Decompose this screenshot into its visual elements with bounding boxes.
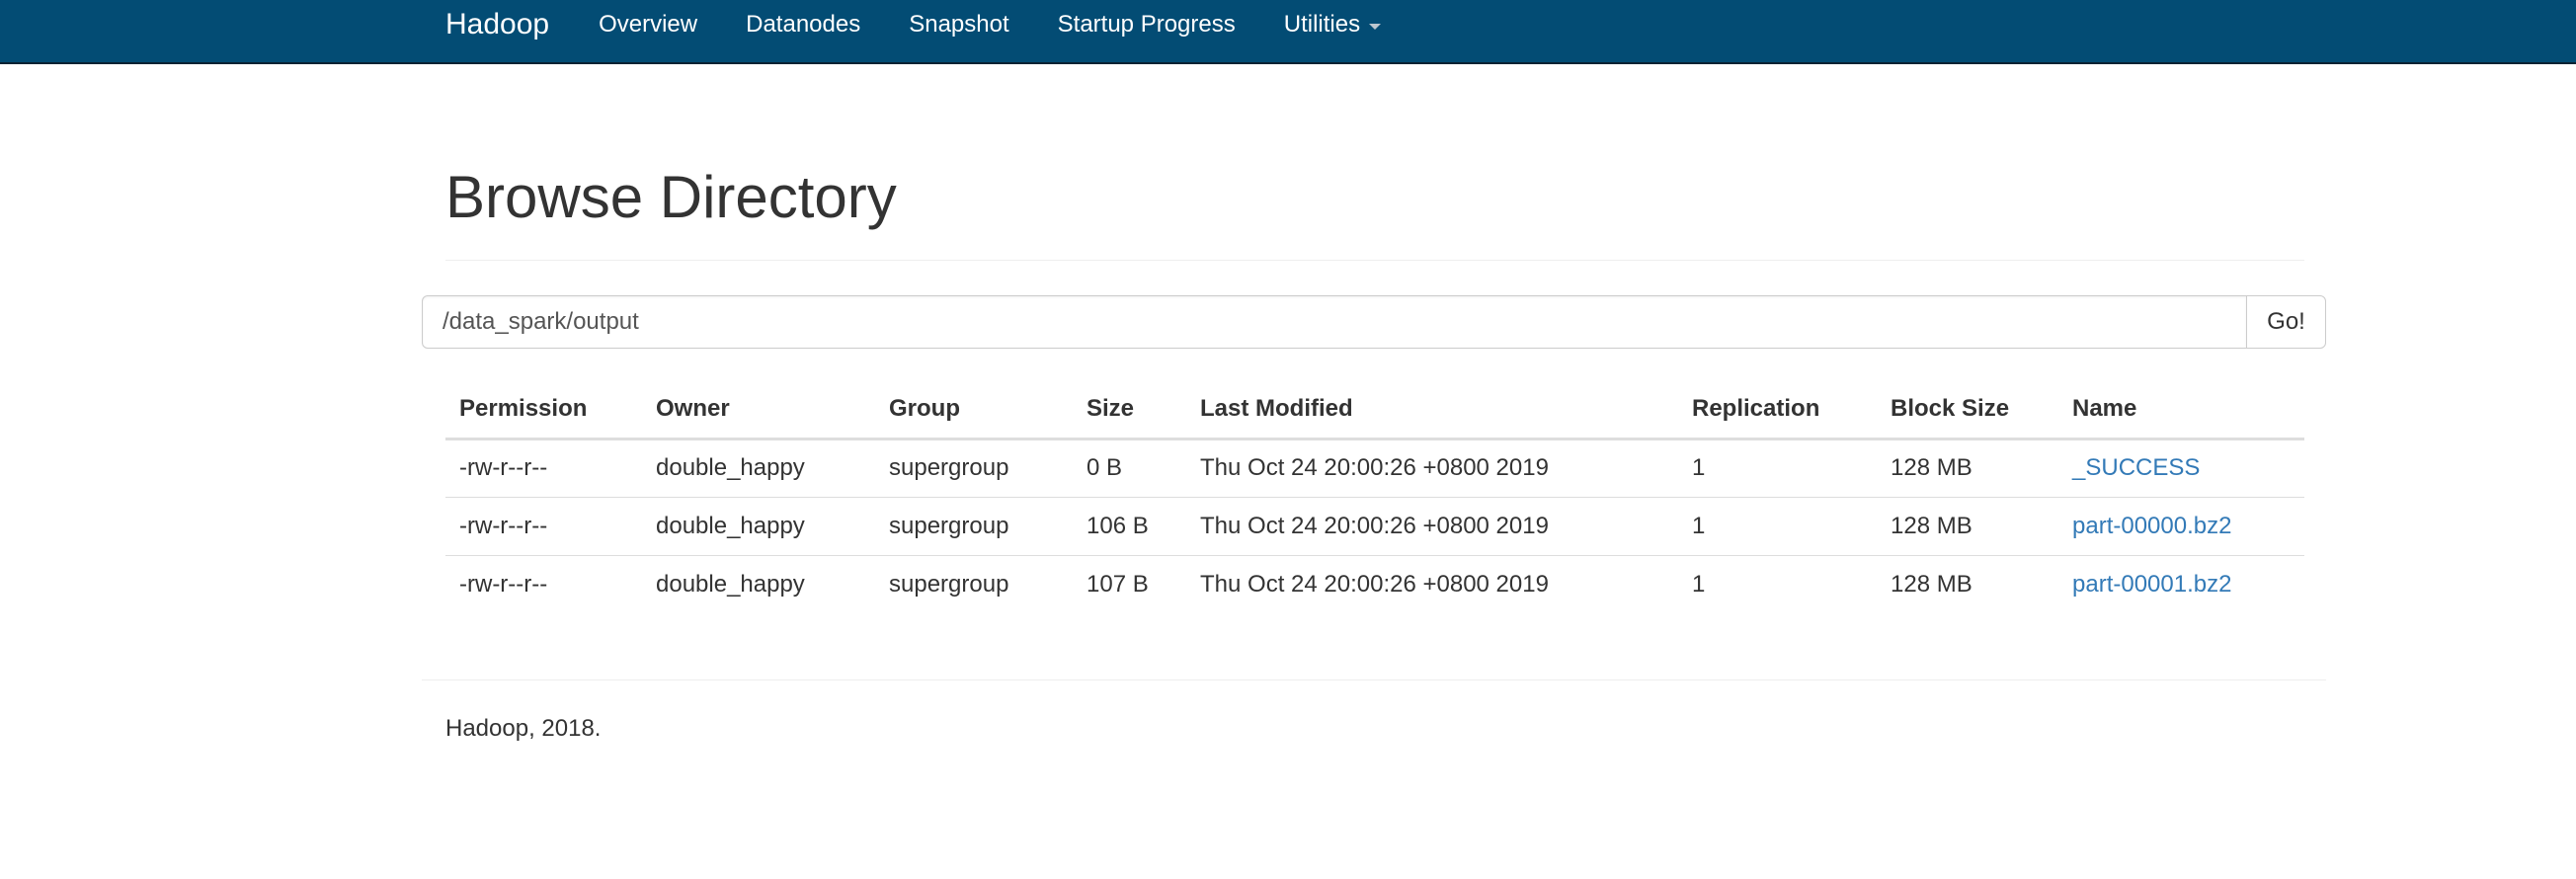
column-header-replication[interactable]: Replication	[1678, 380, 1877, 440]
nav-item-datanodes[interactable]: Datanodes	[746, 11, 860, 39]
cell-size: 106 B	[1073, 497, 1186, 556]
file-link[interactable]: part-00000.bz2	[2072, 513, 2231, 539]
directory-listing-table: Permission Owner Group Size Last Modifie…	[445, 380, 2304, 613]
cell-last-modified: Thu Oct 24 20:00:26 +0800 2019	[1200, 570, 1549, 598]
table-row: -rw-r--r-- double_happy supergroup 106 B…	[445, 497, 2304, 556]
column-header-block-size[interactable]: Block Size	[1877, 380, 2058, 440]
footer-copyright: Hadoop, 2018.	[445, 715, 602, 742]
footer-divider	[422, 679, 2326, 680]
table-header-row: Permission Owner Group Size Last Modifie…	[445, 380, 2304, 440]
nav-item-overview[interactable]: Overview	[599, 11, 697, 39]
column-header-owner[interactable]: Owner	[642, 380, 875, 440]
table-row: -rw-r--r-- double_happy supergroup 107 B…	[445, 555, 2304, 613]
top-navbar: Hadoop Overview Datanodes Snapshot Start…	[0, 0, 2576, 64]
directory-path-input[interactable]	[422, 295, 2247, 349]
column-header-size[interactable]: Size	[1073, 380, 1186, 440]
cell-permission: -rw-r--r--	[459, 570, 548, 598]
cell-block-size: 128 MB	[1877, 497, 2058, 556]
file-link[interactable]: part-00001.bz2	[2072, 571, 2231, 598]
cell-replication: 1	[1692, 570, 1706, 598]
nav-item-utilities[interactable]: Utilities	[1283, 11, 1382, 39]
cell-name: _SUCCESS	[2058, 439, 2304, 498]
cell-permission: -rw-r--r--	[445, 497, 642, 556]
cell-block-size: 128 MB	[1877, 439, 2058, 498]
column-header-name[interactable]: Name	[2058, 380, 2304, 440]
nav-item-utilities-label: Utilities	[1283, 11, 1361, 38]
brand-logo[interactable]: Hadoop	[445, 8, 549, 41]
cell-last-modified: Thu Oct 24 20:00:26 +0800 2019	[1186, 497, 1678, 556]
cell-owner: double_happy	[642, 439, 875, 498]
column-header-permission[interactable]: Permission	[445, 380, 642, 440]
cell-group: supergroup	[875, 497, 1073, 556]
cell-owner: double_happy	[642, 497, 875, 556]
nav-item-snapshot[interactable]: Snapshot	[909, 11, 1008, 39]
column-header-last-modified[interactable]: Last Modified	[1186, 380, 1678, 440]
page-title: Browse Directory	[445, 164, 897, 230]
cell-group: supergroup	[889, 570, 1009, 598]
cell-replication: 1	[1678, 439, 1877, 498]
cell-size: 0 B	[1073, 439, 1186, 498]
navbar-menu: Hadoop Overview Datanodes Snapshot Start…	[445, 0, 1429, 49]
cell-replication: 1	[1678, 497, 1877, 556]
file-link[interactable]: _SUCCESS	[2072, 454, 2200, 481]
cell-owner: double_happy	[656, 570, 805, 598]
cell-last-modified: Thu Oct 24 20:00:26 +0800 2019	[1186, 439, 1678, 498]
cell-size: 107 B	[1087, 570, 1149, 598]
nav-item-startup-progress[interactable]: Startup Progress	[1058, 11, 1236, 39]
cell-name: part-00001.bz2	[2058, 555, 2304, 613]
cell-name: part-00000.bz2	[2058, 497, 2304, 556]
go-button[interactable]: Go!	[2246, 295, 2326, 349]
title-divider	[445, 260, 2304, 261]
cell-block-size: 128 MB	[1891, 570, 1972, 598]
table-row: -rw-r--r-- double_happy supergroup 0 B T…	[445, 439, 2304, 498]
column-header-group[interactable]: Group	[875, 380, 1073, 440]
caret-down-icon	[1369, 23, 1382, 30]
cell-permission: -rw-r--r--	[445, 439, 642, 498]
cell-group: supergroup	[875, 439, 1073, 498]
